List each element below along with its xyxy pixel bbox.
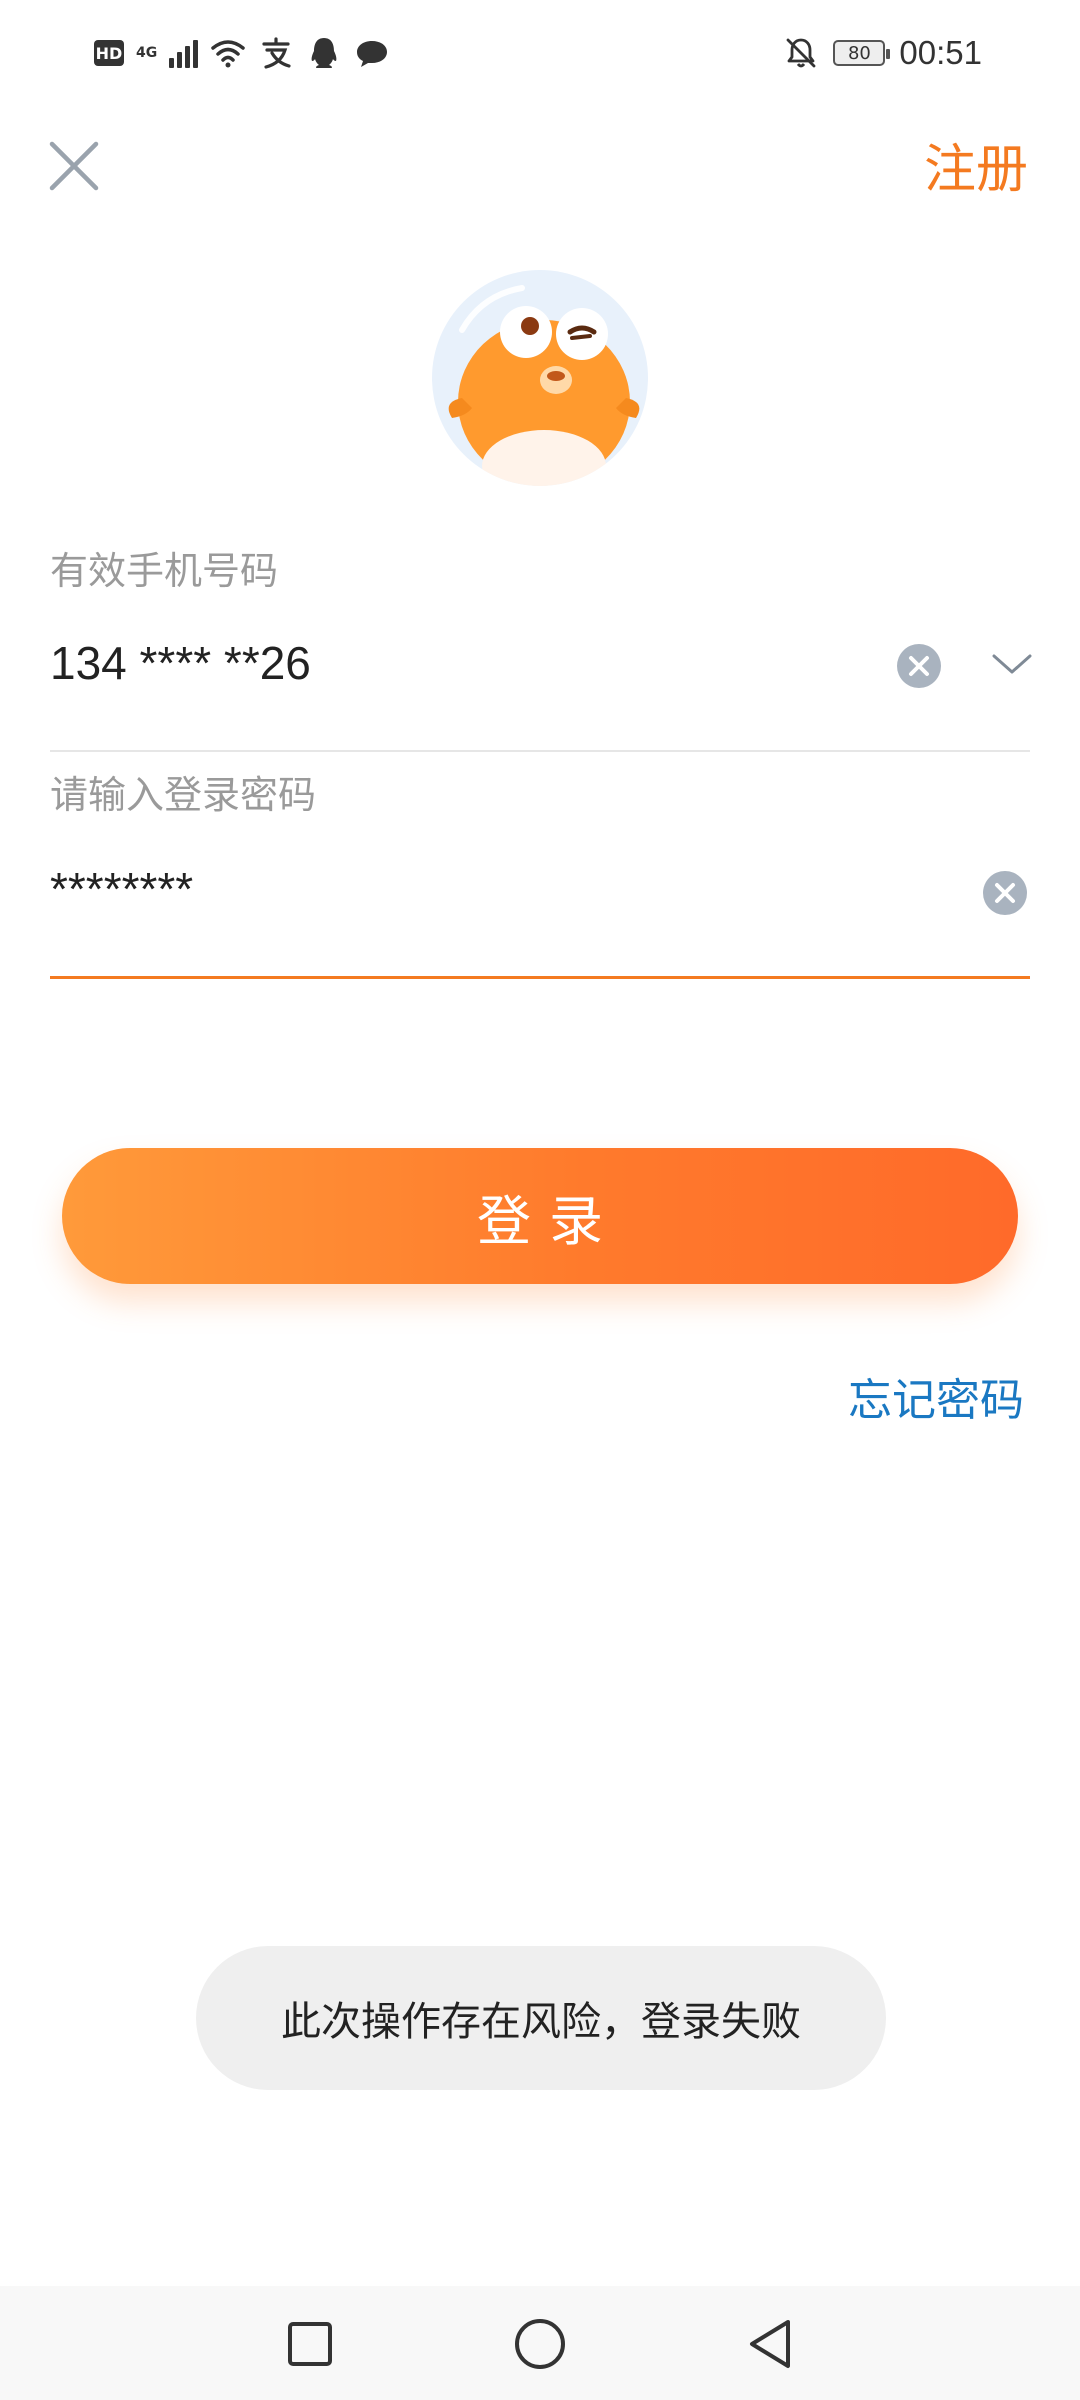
mascot-icon [434, 272, 646, 486]
password-input[interactable]: ******** [50, 862, 193, 916]
chevron-down-icon[interactable] [990, 642, 1034, 686]
message-icon [357, 41, 388, 67]
wifi-icon [211, 40, 245, 68]
clock: 00:51 [899, 34, 982, 71]
status-right: 80 00:51 [783, 30, 982, 76]
qq-icon [311, 38, 337, 68]
clear-password-icon[interactable] [982, 870, 1028, 916]
hd-label: HD [95, 43, 123, 63]
clear-phone-icon[interactable] [896, 643, 942, 689]
recent-apps-icon[interactable] [280, 2314, 340, 2374]
mute-icon [787, 38, 816, 68]
login-button[interactable]: 登录 [62, 1148, 1018, 1284]
status-bar: HD 4G 80 00:51 [0, 0, 1080, 110]
alipay-icon [262, 37, 291, 69]
forgot-password-link[interactable]: 忘记密码 [848, 1364, 1024, 1428]
register-button[interactable]: 注册 [924, 138, 1028, 202]
system-nav-bar [0, 2286, 1080, 2400]
signal-icon [169, 38, 199, 68]
close-icon[interactable] [46, 138, 102, 194]
phone-label: 有效手机号码 [50, 549, 279, 593]
phone-input[interactable]: 134 **** **26 [50, 636, 311, 690]
home-icon[interactable] [510, 2314, 570, 2374]
toast-message: 此次操作存在风险，登录失败 [281, 1999, 801, 2045]
hd-icon: HD [94, 40, 124, 66]
battery-icon: 80 [833, 40, 891, 66]
phone-divider [50, 750, 1030, 752]
back-icon[interactable] [740, 2314, 800, 2374]
battery-level: 80 [847, 42, 871, 64]
password-label: 请输入登录密码 [50, 773, 317, 817]
avatar [432, 270, 648, 486]
error-toast: 此次操作存在风险，登录失败 [196, 1946, 886, 2090]
password-divider [50, 976, 1030, 979]
network-type: 4G [136, 45, 158, 61]
status-left: HD 4G [94, 30, 390, 76]
